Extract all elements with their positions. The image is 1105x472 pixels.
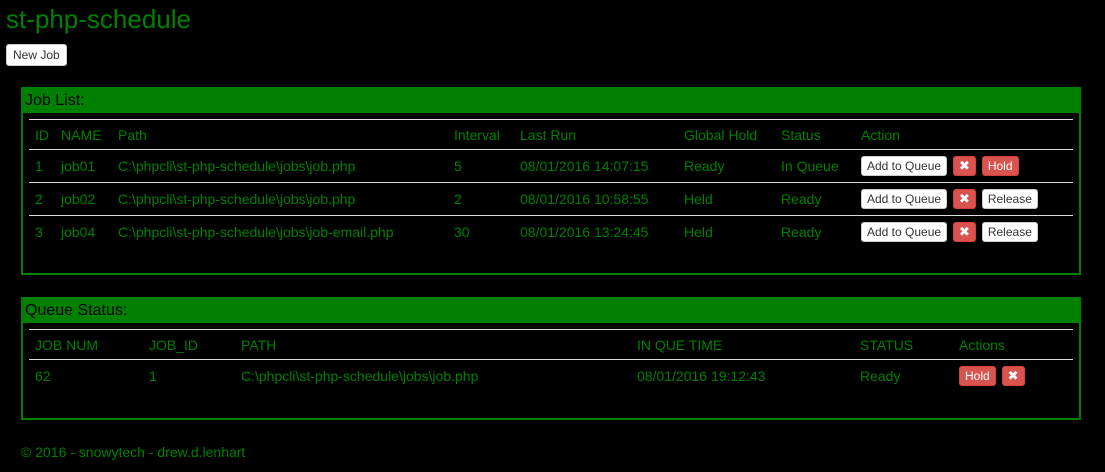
hold-button[interactable]: Hold [981,156,1019,176]
job-global-hold: Ready [678,149,775,183]
column-header: Interval [448,119,514,150]
job-interval: 30 [454,224,470,240]
job-name: job01 [55,149,112,183]
add-to-queue-button[interactable]: Add to Queue [861,156,948,176]
release-button[interactable]: Release [981,222,1038,242]
job-list-heading: Job List: [23,89,1079,113]
job-status: Ready [775,182,855,216]
column-header: Actions [953,329,1073,360]
footer-copyright: © 2016 - snowytech - drew.d.lenhart [21,444,246,460]
job-status: Ready [781,224,822,240]
app-title: st-php-schedule [6,4,191,34]
queue-path: C:\phpcli\st-php-schedule\jobs\job.php [241,368,479,384]
job-path: C:\phpcli\st-php-schedule\jobs\job.php [112,149,448,183]
queue-job-id: 1 [149,368,157,384]
table-row: 2 job02 C:\phpcli\st-php-schedule\jobs\j… [29,182,1073,216]
column-header: Status [775,119,855,150]
column-header: JOB_ID [143,329,235,360]
table-row: 62 1 C:\phpcli\st-php-schedule\jobs\job.… [29,360,1073,393]
job-interval: 2 [448,182,514,216]
column-header: STATUS [854,329,953,360]
job-name: job04 [61,224,96,240]
table-row: 1 job01 C:\phpcli\st-php-schedule\jobs\j… [29,149,1073,183]
job-last-run: 08/01/2016 14:07:15 [514,149,678,183]
delete-x-icon[interactable]: ✖ [1001,366,1025,386]
column-header: Global Hold [678,119,775,150]
job-list-panel: Job List: ID NAME Path Interval Last Run… [21,87,1081,275]
job-id: 3 [35,224,43,240]
job-last-run: 08/01/2016 10:58:55 [514,182,678,216]
job-path: C:\phpcli\st-php-schedule\jobs\job-email… [118,224,394,240]
add-to-queue-button[interactable]: Add to Queue [861,189,948,209]
job-last-run: 08/01/2016 13:24:45 [520,224,649,240]
job-global-hold: Held [684,224,713,240]
queue-hold-button[interactable]: Hold [959,366,996,386]
column-header: PATH [235,329,631,360]
column-header: NAME [55,119,112,150]
column-header: Path [112,119,448,150]
queue-status-panel: Queue Status: JOB NUM JOB_ID PATH IN QUE… [21,297,1081,420]
job-interval: 5 [448,149,514,183]
delete-x-icon[interactable]: ✖ [952,156,976,176]
new-job-button[interactable]: New Job [6,44,67,66]
queue-status-heading: Queue Status: [23,299,1079,323]
queue-in-que-time: 08/01/2016 19:12:43 [637,368,766,384]
job-id: 1 [29,149,55,183]
job-actions: Add to Queue ✖ Hold [855,149,1073,183]
delete-x-icon[interactable]: ✖ [952,189,976,209]
job-actions: Add to Queue ✖ Release [855,216,1073,249]
queue-actions: Hold ✖ [953,360,1073,393]
delete-x-icon[interactable]: ✖ [952,222,976,242]
release-button[interactable]: Release [981,189,1038,209]
job-global-hold: Held [678,182,775,216]
column-header: Action [855,119,1073,150]
job-list-table: ID NAME Path Interval Last Run Global Ho… [29,119,1073,248]
queue-job-num: 62 [35,368,51,384]
queue-status-table: JOB NUM JOB_ID PATH IN QUE TIME STATUS A… [29,329,1073,392]
add-to-queue-button[interactable]: Add to Queue [861,222,948,242]
job-list-header-row: ID NAME Path Interval Last Run Global Ho… [29,119,1073,150]
table-row: 3 job04 C:\phpcli\st-php-schedule\jobs\j… [29,216,1073,249]
job-name: job02 [55,182,112,216]
job-status: In Queue [775,149,855,183]
column-header: IN QUE TIME [631,329,854,360]
column-header: JOB NUM [29,329,143,360]
queue-status: Ready [860,368,901,384]
queue-header-row: JOB NUM JOB_ID PATH IN QUE TIME STATUS A… [29,329,1073,360]
column-header: Last Run [514,119,678,150]
column-header: ID [29,119,55,150]
job-actions: Add to Queue ✖ Release [855,182,1073,216]
job-path: C:\phpcli\st-php-schedule\jobs\job.php [112,182,448,216]
job-id: 2 [29,182,55,216]
